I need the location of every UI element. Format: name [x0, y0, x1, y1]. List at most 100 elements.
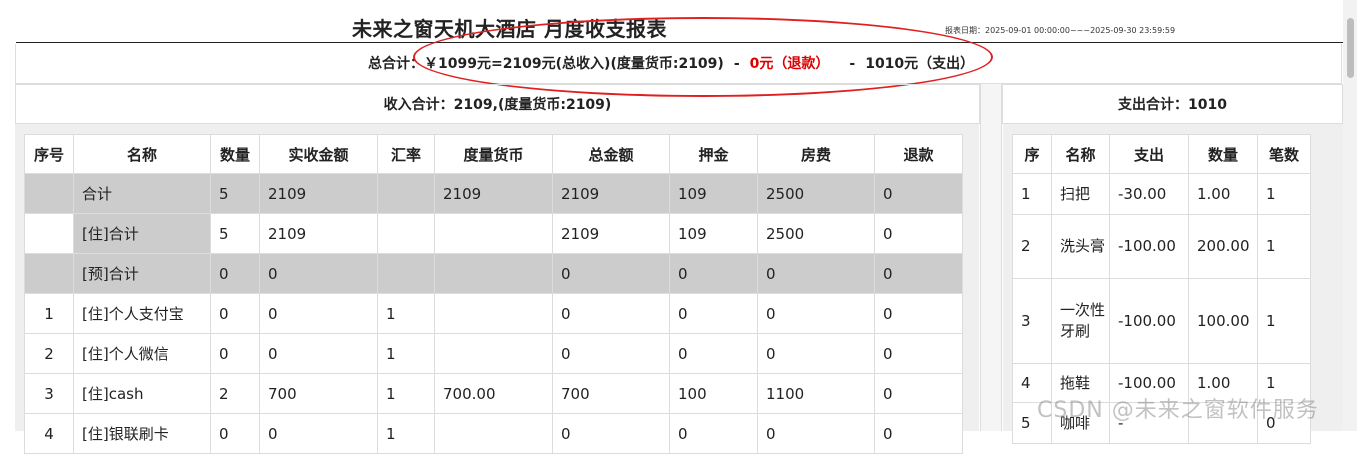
expense-col-header: 支出	[1109, 134, 1189, 174]
income-cell	[434, 293, 553, 334]
income-cell: 0	[874, 213, 963, 254]
income-col-header: 汇率	[377, 134, 435, 174]
income-cell: 0	[874, 293, 963, 334]
scrollbar-thumb[interactable]	[1347, 18, 1354, 78]
expense-cell: 1	[1012, 173, 1052, 215]
income-cell: 2109	[259, 213, 378, 254]
expense-cell: 100.00	[1188, 278, 1258, 364]
expense-cell: -30.00	[1109, 173, 1189, 215]
income-cell: 0	[210, 333, 260, 374]
expense-cell: 1	[1257, 173, 1311, 215]
income-cell: 0	[210, 413, 260, 454]
income-cell	[377, 173, 435, 214]
income-cell: 0	[757, 413, 875, 454]
expense-cell: 2	[1012, 214, 1052, 279]
income-cell: 0	[757, 253, 875, 294]
income-col-header: 度量货币	[434, 134, 553, 174]
income-cell	[434, 413, 553, 454]
income-cell: 0	[669, 253, 758, 294]
income-cell: 2109	[552, 213, 670, 254]
income-cell: 0	[757, 333, 875, 374]
income-cell: [住]个人微信	[73, 333, 211, 374]
income-cell: 1	[377, 293, 435, 334]
income-cell: 0	[259, 333, 378, 374]
income-cell: 2	[24, 333, 74, 374]
income-cell: 2109	[552, 173, 670, 214]
income-cell: 109	[669, 213, 758, 254]
income-cell: 1	[24, 293, 74, 334]
expense-cell: -100.00	[1109, 278, 1189, 364]
income-cell: [住]个人支付宝	[73, 293, 211, 334]
watermark: CSDN @未来之窗软件服务	[1037, 398, 1319, 423]
expense-cell: 洗头膏	[1051, 214, 1110, 279]
income-col-header: 押金	[669, 134, 758, 174]
income-table-row: 3 [住]cash 2 700 1 700.00 700 100 1100 0	[24, 373, 963, 414]
expense-table-row: 3 一次性牙刷 -100.00 100.00 1	[1012, 278, 1311, 364]
income-cell: 2	[210, 373, 260, 414]
income-cell	[24, 173, 74, 214]
income-cell: 0	[757, 293, 875, 334]
income-cell: 0	[669, 413, 758, 454]
income-cell: 100	[669, 373, 758, 414]
income-col-header: 实收金额	[259, 134, 378, 174]
income-cell: 5	[210, 173, 260, 214]
income-cell: 700	[259, 373, 378, 414]
income-col-header: 房费	[757, 134, 875, 174]
income-cell: 1	[377, 333, 435, 374]
income-cell: 0	[669, 333, 758, 374]
income-cell: 0	[669, 293, 758, 334]
income-cell: 2109	[434, 173, 553, 214]
income-table-row: 4 [住]银联刷卡 0 0 1 0 0 0 0	[24, 413, 963, 454]
income-cell: 0	[210, 253, 260, 294]
expense-cell: 200.00	[1188, 214, 1258, 279]
income-cell: 2500	[757, 213, 875, 254]
income-cell: 0	[874, 413, 963, 454]
income-cell	[377, 253, 435, 294]
income-cell: 700	[552, 373, 670, 414]
income-cell: 0	[552, 253, 670, 294]
income-cell: 1	[377, 373, 435, 414]
expense-cell: 1.00	[1188, 173, 1258, 215]
income-cell: 700.00	[434, 373, 553, 414]
income-cell: 0	[552, 293, 670, 334]
income-cell: 109	[669, 173, 758, 214]
expense-cell: 3	[1012, 278, 1052, 364]
income-cell: 2109	[259, 173, 378, 214]
income-cell	[24, 213, 74, 254]
income-table: 序号 名称 数量 实收金额 汇率 度量货币 总金额 押金 房费 退款 合计 5 2109 2109 210…	[24, 134, 963, 454]
expense-table-header: 序名称 支出 数量 笔数	[1012, 134, 1311, 174]
income-cell	[434, 213, 553, 254]
expense-cell: 1	[1257, 214, 1311, 279]
income-total-text: 收入合计：2109,(度量货币:2109)	[383, 97, 612, 113]
expense-col-header: 序	[1012, 134, 1052, 174]
income-col-header: 退款	[874, 134, 963, 174]
income-cell: 合计	[73, 173, 211, 214]
income-cell: [预]合计	[73, 253, 211, 294]
expense-table-row: 2 洗头膏 -100.00 200.00 1	[1012, 214, 1311, 279]
income-cell: [住]银联刷卡	[73, 413, 211, 454]
expense-cell: -100.00	[1109, 214, 1189, 279]
income-cell: 1	[377, 413, 435, 454]
income-cell: 0	[874, 173, 963, 214]
report-date-range: 报表日期：2025-09-01 00:00:00~~~2025-09-30 23…	[945, 26, 1176, 35]
income-cell	[434, 253, 553, 294]
income-cell: 0	[874, 333, 963, 374]
income-total-bar: 收入合计：2109,(度量货币:2109)	[15, 84, 980, 124]
income-cell: 2500	[757, 173, 875, 214]
income-cell: 0	[874, 373, 963, 414]
income-table-row: 2 [住]个人微信 0 0 1 0 0 0 0	[24, 333, 963, 374]
income-col-header: 数量	[210, 134, 260, 174]
income-col-header: 名称	[73, 134, 211, 174]
expense-cell: 1	[1257, 278, 1311, 364]
income-cell	[24, 253, 74, 294]
income-cell	[377, 213, 435, 254]
expense-total-text: 支出合计：1010	[1118, 97, 1227, 113]
income-table-row: 合计 5 2109 2109 2109 109 2500 0	[24, 173, 963, 214]
income-col-header: 序号	[24, 134, 74, 174]
income-table-header: 序号 名称 数量 实收金额 汇率 度量货币 总金额 押金 房费 退款	[24, 134, 963, 174]
income-cell: 1100	[757, 373, 875, 414]
income-cell: 0	[259, 413, 378, 454]
income-cell: 5	[210, 213, 260, 254]
income-cell: 3	[24, 373, 74, 414]
income-cell: 0	[259, 293, 378, 334]
